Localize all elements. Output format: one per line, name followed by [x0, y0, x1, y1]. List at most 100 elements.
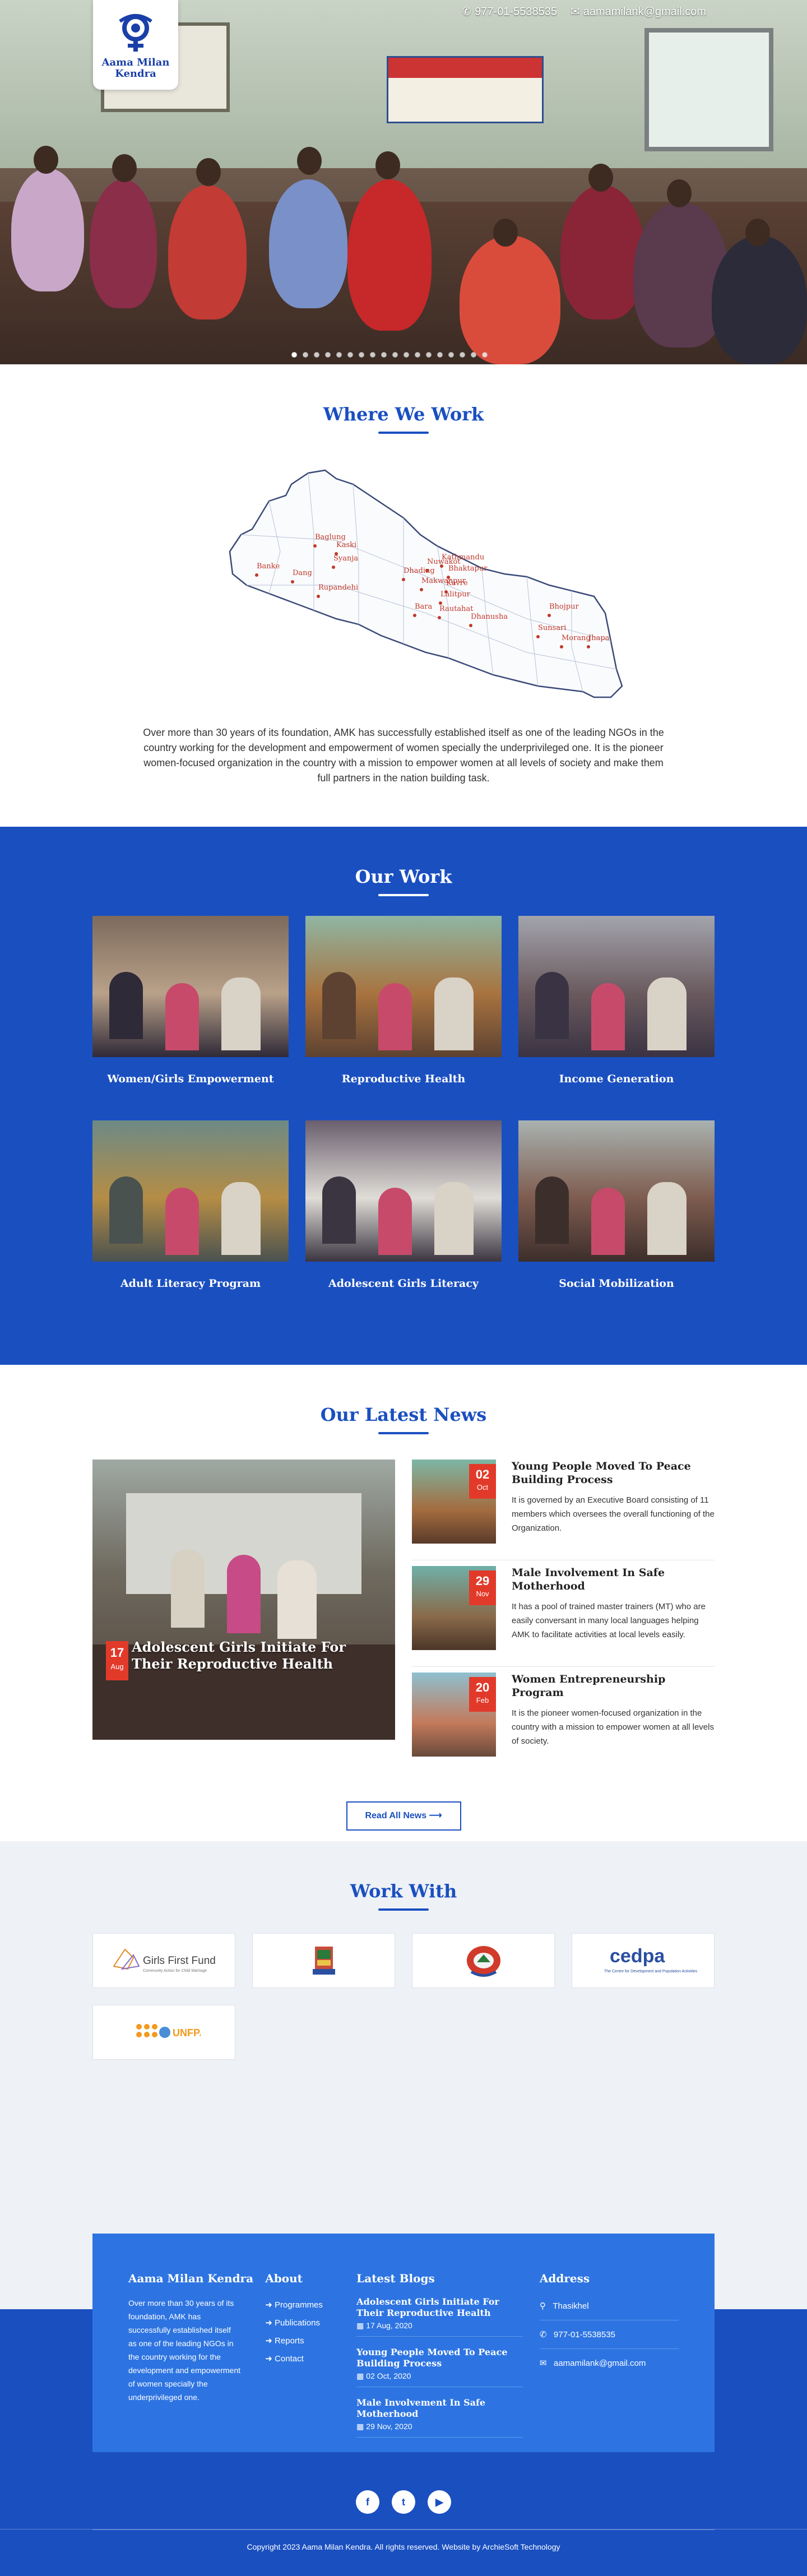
- footer-address-column: Address ⚲ Thasikhel ✆ 977-01-5538535 ✉ a…: [539, 2272, 679, 2452]
- footer-blog-title[interactable]: Young People Moved To Peace Building Pro…: [356, 2347, 523, 2369]
- arrow-right-icon: ⟶: [429, 1811, 442, 1820]
- slider-dot[interactable]: [415, 352, 420, 358]
- slider-dot[interactable]: [370, 352, 375, 358]
- slider-dot[interactable]: [404, 352, 409, 358]
- where-we-work-section: Where We Work Kaski Baglung Syanja Banke Dan…: [0, 364, 807, 827]
- header-phone[interactable]: ✆ 977-01-5538535: [462, 4, 557, 18]
- district-marker: [425, 569, 429, 572]
- twitter-icon[interactable]: t: [392, 2490, 415, 2514]
- news-thumbnail[interactable]: 20 Feb: [412, 1672, 496, 1757]
- hero-slider[interactable]: Aama Milan Kendra ✆ 977-01-5538535 ✉ aamam…: [0, 0, 807, 364]
- work-with-section: Work With Girls First Fund Community Act…: [0, 1841, 807, 2234]
- partner-logo-girls-first-fund[interactable]: Girls First Fund Community Action for Ch…: [92, 1933, 235, 1988]
- work-card-label[interactable]: Income Generation: [518, 1073, 715, 1085]
- slider-dot[interactable]: [291, 352, 297, 358]
- district-marker: [469, 624, 472, 627]
- slider-dot[interactable]: [325, 352, 331, 358]
- slider-dot[interactable]: [448, 352, 454, 358]
- youtube-icon[interactable]: ▶: [428, 2490, 451, 2514]
- nepal-map: Kaski Baglung Syanja Banke Dang Rupandehi Dhad…: [168, 451, 639, 714]
- district-marker: [548, 614, 551, 617]
- district-marker: [313, 544, 317, 548]
- work-card-image[interactable]: [518, 916, 715, 1057]
- featured-news-title[interactable]: Adolescent Girls Initiate For Their Repr…: [132, 1639, 356, 1672]
- slider-dot[interactable]: [359, 352, 364, 358]
- mail-icon: ✉: [539, 2359, 547, 2368]
- read-all-news-button[interactable]: Read All News ⟶: [346, 1801, 461, 1831]
- footer-link[interactable]: ➜ Contact: [265, 2350, 356, 2368]
- news-item-title[interactable]: Young People Moved To Peace Building Pro…: [512, 1460, 715, 1486]
- facebook-icon[interactable]: f: [356, 2490, 379, 2514]
- slider-dot[interactable]: [381, 352, 387, 358]
- slider-dot[interactable]: [482, 352, 488, 358]
- partner-subtitle: Community Action for Child Marriage: [143, 1969, 207, 1973]
- footer-about-column: Aama Milan Kendra Over more than 30 year…: [128, 2272, 265, 2452]
- slider-dot[interactable]: [460, 352, 465, 358]
- slider-dot[interactable]: [347, 352, 353, 358]
- work-card-image[interactable]: [92, 916, 289, 1057]
- title-underline: [378, 894, 429, 896]
- district-marker: [420, 588, 423, 591]
- slider-dot[interactable]: [426, 352, 432, 358]
- district-label: Baglung: [315, 533, 346, 541]
- circle-arrow-icon: ➜: [265, 2336, 272, 2346]
- partner-logo-cedpa[interactable]: cedpa The Centre for Development and Pop…: [572, 1933, 715, 1988]
- our-work-title: Our Work: [355, 866, 452, 887]
- slider-dot[interactable]: [303, 352, 308, 358]
- work-card-label[interactable]: Adult Literacy Program: [92, 1277, 289, 1290]
- footer-blog-entry[interactable]: Young People Moved To Peace Building Pro…: [356, 2347, 523, 2387]
- work-card[interactable]: Income Generation: [518, 916, 715, 1098]
- partner-logo-red-emblem[interactable]: [412, 1933, 555, 1988]
- footer-blog-entry[interactable]: Male Involvement In Safe Motherhood ▦ 29 …: [356, 2397, 523, 2438]
- slider-dot[interactable]: [336, 352, 342, 358]
- our-work-section: Our Work Women/Girls Empowerment Reproduc…: [0, 827, 807, 1365]
- work-card-image[interactable]: [92, 1120, 289, 1262]
- news-date-badge: 20 Feb: [469, 1677, 496, 1712]
- partner-logo-unfpa[interactable]: UNFPA: [92, 2005, 235, 2060]
- footer-link[interactable]: ➜ Programmes: [265, 2296, 356, 2314]
- news-item-excerpt: It is the pioneer women-focused organiza…: [512, 1708, 714, 1746]
- work-card-label[interactable]: Social Mobilization: [518, 1277, 715, 1290]
- work-card[interactable]: Adolescent Girls Literacy: [305, 1120, 502, 1303]
- work-card-image[interactable]: [518, 1120, 715, 1262]
- news-thumbnail[interactable]: 29 Nov: [412, 1566, 496, 1650]
- work-card-label[interactable]: Women/Girls Empowerment: [92, 1073, 289, 1085]
- where-title: Where We Work: [323, 404, 484, 425]
- work-card-image[interactable]: [305, 916, 502, 1057]
- footer-phone[interactable]: ✆ 977-01-5538535: [539, 2325, 679, 2349]
- footer-blog-title[interactable]: Adolescent Girls Initiate For Their Repr…: [356, 2296, 523, 2319]
- work-card[interactable]: Reproductive Health: [305, 916, 502, 1098]
- slider-dot[interactable]: [392, 352, 398, 358]
- footer-blog-title[interactable]: Male Involvement In Safe Motherhood: [356, 2397, 523, 2420]
- work-card[interactable]: Adult Literacy Program: [92, 1120, 289, 1303]
- header-email[interactable]: ✉ aamamilank@gmail.com: [571, 4, 706, 18]
- news-item[interactable]: 02 Oct Young People Moved To Peace Buildin…: [412, 1460, 715, 1560]
- slider-dot[interactable]: [314, 352, 319, 358]
- footer-about-title: Aama Milan Kendra: [128, 2272, 254, 2285]
- footer-email[interactable]: ✉ aamamilank@gmail.com: [540, 2353, 679, 2377]
- slider-dot[interactable]: [437, 352, 443, 358]
- news-item[interactable]: 29 Nov Male Involvement In Safe Motherhood…: [412, 1566, 715, 1667]
- slider-dot[interactable]: [471, 352, 476, 358]
- work-card[interactable]: Social Mobilization: [518, 1120, 715, 1303]
- partner-logo-grid: Girls First Fund Community Action for Ch…: [92, 1933, 715, 2060]
- footer-link[interactable]: ➜ Reports: [265, 2332, 356, 2350]
- partner-logo-emblem[interactable]: [252, 1933, 395, 1988]
- news-item[interactable]: 20 Feb Women Entrepreneurship Program It is…: [412, 1672, 715, 1773]
- work-card-image[interactable]: [305, 1120, 502, 1262]
- district-label: Bhojpur: [549, 603, 579, 611]
- work-card-label[interactable]: Reproductive Health: [305, 1073, 502, 1085]
- news-thumbnail[interactable]: 02 Oct: [412, 1460, 496, 1544]
- featured-news-card[interactable]: 17 Aug Adolescent Girls Initiate For The…: [92, 1460, 395, 1740]
- footer-link[interactable]: ➜ Publications: [265, 2314, 356, 2332]
- work-card-label[interactable]: Adolescent Girls Literacy: [305, 1277, 502, 1290]
- news-item-title[interactable]: Women Entrepreneurship Program: [512, 1672, 715, 1699]
- site-logo[interactable]: Aama Milan Kendra: [93, 0, 178, 90]
- work-card[interactable]: Women/Girls Empowerment: [92, 916, 289, 1098]
- news-item-title[interactable]: Male Involvement In Safe Motherhood: [512, 1566, 715, 1593]
- footer-blog-entry[interactable]: Adolescent Girls Initiate For Their Repr…: [356, 2296, 523, 2337]
- site-footer: Aama Milan Kendra Over more than 30 year…: [0, 2234, 807, 2529]
- district-marker: [587, 645, 590, 648]
- logo-emblem-icon: [119, 14, 152, 52]
- footer-blogs-column: Latest Blogs Adolescent Girls Initiate F…: [356, 2272, 540, 2452]
